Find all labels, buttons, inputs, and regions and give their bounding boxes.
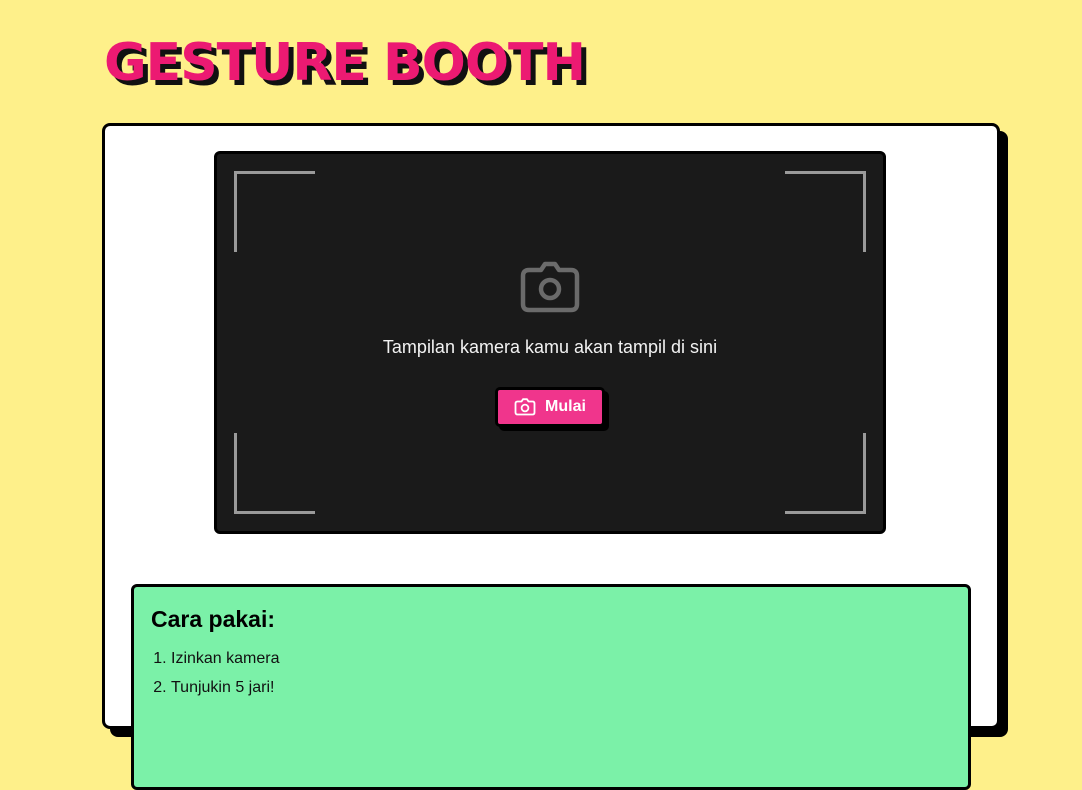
booth-card: Tampilan kamera kamu akan tampil di sini… [102, 123, 1000, 790]
camera-placeholder-text: Tampilan kamera kamu akan tampil di sini [382, 337, 718, 357]
instruction-step: Izinkan kamera [171, 644, 280, 673]
camera-icon [520, 261, 580, 313]
instruction-step: Tunjukin 5 jari! [171, 673, 280, 702]
instructions-heading: Cara pakai: [151, 606, 276, 632]
instructions-list: Izinkan kamera Tunjukin 5 jari! [151, 644, 280, 702]
camera-preview: Tampilan kamera kamu akan tampil di sini… [214, 151, 886, 534]
frame-corner-top-left [234, 171, 315, 252]
start-button[interactable]: Mulai [495, 387, 605, 427]
frame-corner-bottom-right [785, 433, 866, 514]
start-button-label: Mulai [545, 398, 586, 415]
instructions-panel: Cara pakai: Izinkan kamera Tunjukin 5 ja… [131, 584, 971, 790]
camera-icon [514, 398, 536, 416]
frame-corner-bottom-left [234, 433, 315, 514]
frame-corner-top-right [785, 171, 866, 252]
page-title: GESTURE BOOTH [104, 33, 586, 93]
